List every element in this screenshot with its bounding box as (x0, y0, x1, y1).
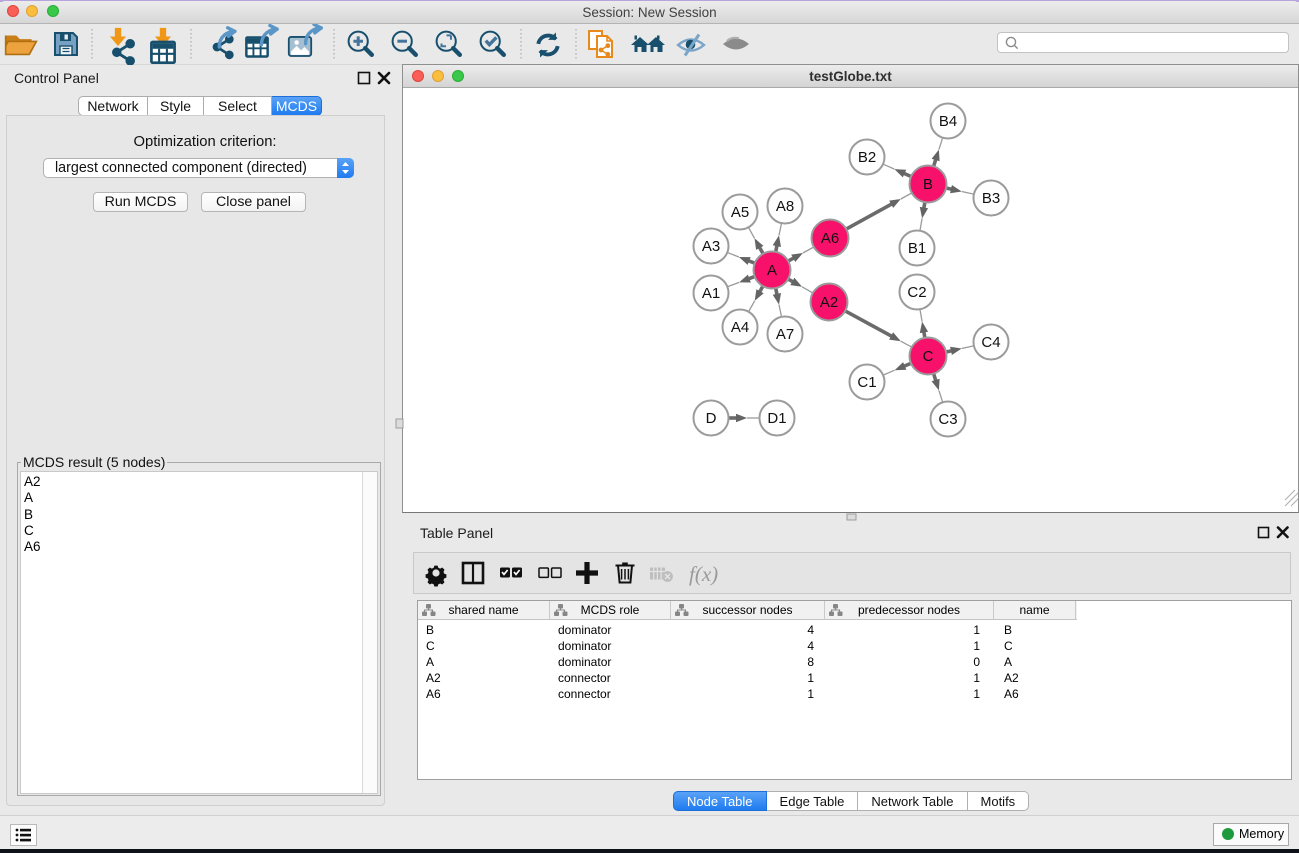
svg-text:B1: B1 (908, 240, 926, 257)
svg-text:B: B (923, 176, 933, 193)
svg-text:A1: A1 (702, 285, 720, 302)
svg-text:A6: A6 (821, 230, 839, 247)
svg-text:C4: C4 (981, 334, 1000, 351)
svg-text:A7: A7 (776, 326, 794, 343)
svg-text:A5: A5 (731, 204, 749, 221)
svg-text:f(x): f(x) (689, 562, 718, 586)
svg-text:C3: C3 (938, 411, 957, 428)
svg-text:B4: B4 (939, 113, 957, 130)
svg-text:D: D (706, 410, 717, 427)
svg-text:A3: A3 (702, 238, 720, 255)
svg-text:A: A (767, 262, 777, 279)
svg-text:A4: A4 (731, 319, 749, 336)
svg-text:C2: C2 (907, 284, 926, 301)
svg-text:B3: B3 (982, 190, 1000, 207)
svg-text:A8: A8 (776, 198, 794, 215)
svg-text:A2: A2 (820, 294, 838, 311)
svg-text:D1: D1 (767, 410, 786, 427)
svg-text:C1: C1 (857, 374, 876, 391)
svg-text:C: C (923, 348, 934, 365)
svg-text:B2: B2 (858, 149, 876, 166)
